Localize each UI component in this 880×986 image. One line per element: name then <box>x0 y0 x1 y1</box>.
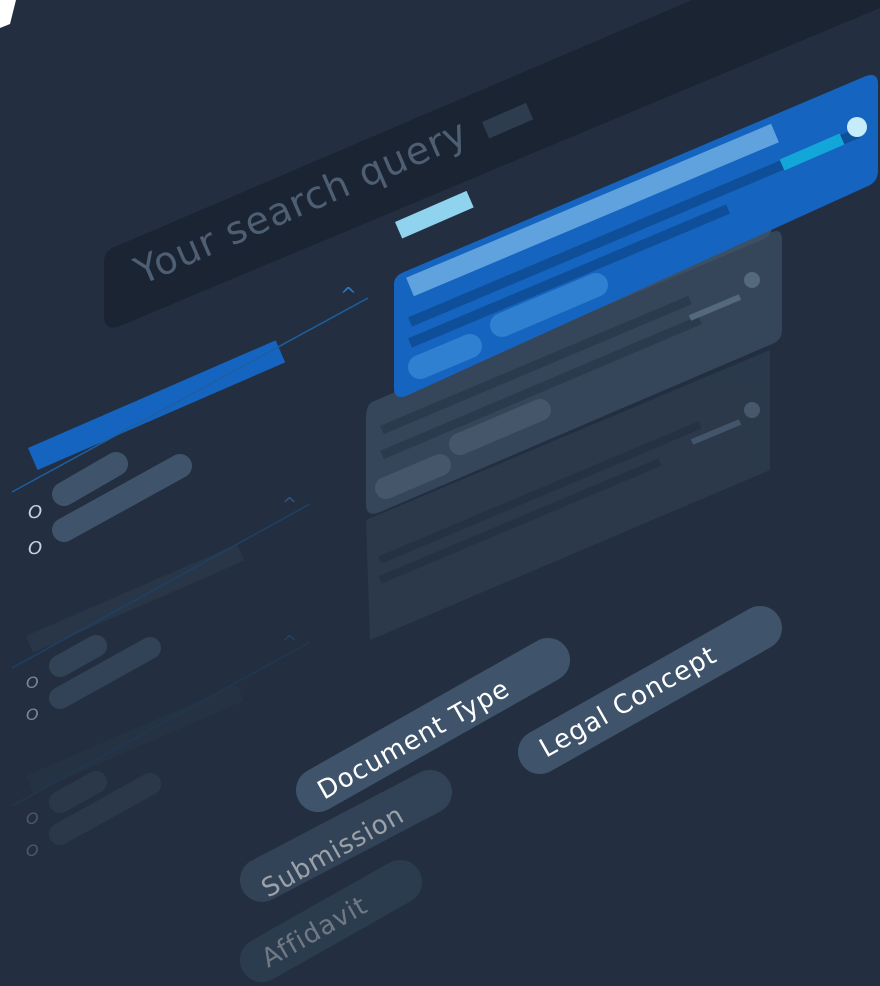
option-radio[interactable]: O <box>28 538 42 559</box>
option-radio[interactable]: O <box>28 502 42 523</box>
corner-fragment <box>0 0 16 28</box>
filter-header-bar <box>28 340 286 471</box>
result-action-dot[interactable] <box>847 117 867 137</box>
option-radio[interactable]: O <box>26 809 39 828</box>
expand-chevron[interactable]: ^ <box>282 632 297 653</box>
option-pill[interactable] <box>52 452 128 506</box>
option-radio[interactable]: O <box>26 673 39 692</box>
expand-chevron[interactable]: ^ <box>340 283 357 307</box>
option-radio[interactable]: O <box>26 841 39 860</box>
search-illustration: Your search query ^ O O ^ O O ^ O O Docu… <box>0 0 880 982</box>
tag-legal-concept[interactable]: Legal Concept <box>518 606 782 774</box>
expand-chevron[interactable]: ^ <box>282 494 297 515</box>
option-radio[interactable]: O <box>26 705 39 724</box>
